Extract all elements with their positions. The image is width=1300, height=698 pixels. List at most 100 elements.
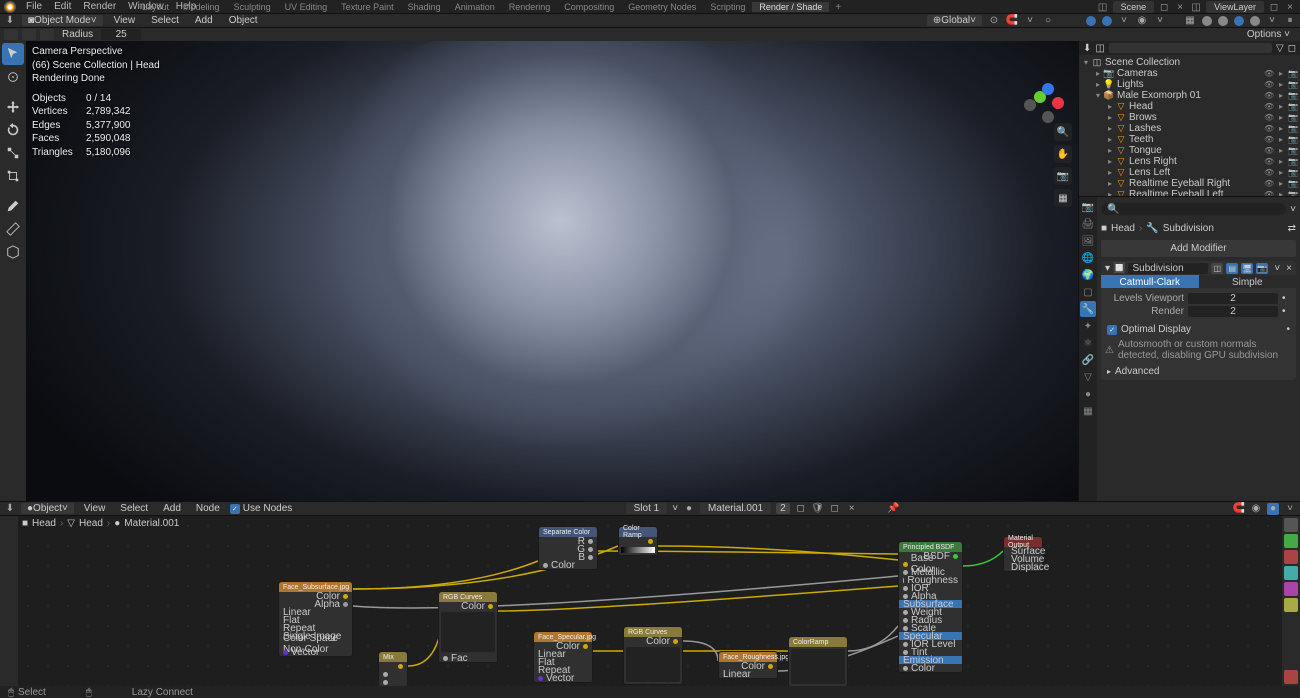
tool-transform[interactable] — [2, 165, 24, 187]
modifier-name-field[interactable]: Subdivision — [1128, 263, 1208, 274]
shading-options-icon[interactable]: ˅ — [1266, 15, 1278, 27]
modifier-expand-icon[interactable]: ▾ — [1105, 263, 1110, 274]
snap-node-icon[interactable]: 🧲 — [1233, 503, 1245, 515]
node-tab-group[interactable] — [1284, 582, 1298, 596]
workspace-add[interactable]: + — [829, 2, 847, 13]
workspace-render-shade[interactable]: Render / Shade — [752, 2, 829, 12]
node-mix[interactable]: Mix — [378, 651, 408, 686]
outliner-search[interactable] — [1109, 43, 1272, 53]
node-add-menu[interactable]: Add — [158, 503, 186, 514]
properties-pin-icon[interactable]: ˅ — [1290, 204, 1296, 215]
outliner-display-icon[interactable]: ◫ — [1095, 43, 1104, 54]
modifier-on-cage-icon[interactable]: ◫ — [1211, 263, 1223, 274]
zoom-icon[interactable]: 🔍 — [1054, 123, 1072, 141]
properties-search[interactable]: 🔍 — [1101, 203, 1286, 215]
workspace-shading[interactable]: Shading — [401, 2, 448, 12]
workspace-layout[interactable]: Layout — [135, 2, 176, 12]
overlay-node-icon[interactable]: ◉ — [1250, 503, 1262, 515]
node-tab-view[interactable] — [1284, 550, 1298, 564]
mode-dropdown[interactable]: ◙ Object Mode ˅ — [22, 15, 103, 26]
material-new-icon[interactable]: ◻ — [829, 503, 841, 515]
workspace-texture-paint[interactable]: Texture Paint — [334, 2, 401, 12]
scene-new-icon[interactable]: ◻ — [1158, 1, 1170, 13]
levels-viewport-value[interactable]: 2 — [1188, 293, 1278, 304]
outliner-item-lens-left[interactable]: ▸▽Lens Left👁▸📷 — [1079, 167, 1300, 178]
outliner-item-lens-right[interactable]: ▸▽Lens Right👁▸📷 — [1079, 156, 1300, 167]
tool-cursor[interactable] — [2, 66, 24, 88]
workspace-modeling[interactable]: Modeling — [176, 2, 227, 12]
viewlayer-delete-icon[interactable]: × — [1284, 1, 1296, 13]
shading-rendered-icon[interactable] — [1250, 16, 1260, 26]
node-tab-node[interactable] — [1284, 566, 1298, 580]
gizmo-rotate-icon[interactable] — [1102, 16, 1112, 26]
outliner-new-collection-icon[interactable]: ◻ — [1288, 43, 1296, 54]
tool-annotate[interactable] — [2, 195, 24, 217]
node-canvas[interactable]: Face_Subsurface.jpg Color Alpha Linear F… — [18, 516, 1282, 686]
editor-type-icon[interactable]: ⬇ — [4, 503, 16, 515]
proportional-icon[interactable]: ○ — [1042, 15, 1054, 27]
material-pin-icon[interactable]: ◻ — [795, 503, 807, 515]
material-fake-icon[interactable]: 🛡 — [812, 503, 824, 515]
menu-render[interactable]: Render — [77, 1, 122, 12]
gizmo-move-icon[interactable] — [1086, 16, 1096, 26]
object-menu[interactable]: Object — [224, 15, 263, 26]
add-menu[interactable]: Add — [190, 15, 218, 26]
tool-icon-1[interactable] — [4, 29, 18, 40]
workspace-rendering[interactable]: Rendering — [502, 2, 558, 12]
use-nodes-checkbox[interactable]: ✓Use Nodes — [230, 503, 292, 514]
node-ramp[interactable]: Color Ramp — [618, 526, 658, 556]
camera-icon[interactable]: 📷 — [1054, 167, 1072, 185]
node-rgb-curves-2[interactable]: RGB Curves Color — [623, 626, 683, 685]
node-texture-subsurface[interactable]: Face_Subsurface.jpg Color Alpha Linear F… — [278, 581, 353, 657]
node-node-menu[interactable]: Node — [191, 503, 225, 514]
node-material-output[interactable]: Material Output Surface Volume Displace — [1003, 536, 1043, 572]
node-tab-tool[interactable] — [1284, 534, 1298, 548]
perspective-icon[interactable]: ▦ — [1054, 189, 1072, 207]
outliner-scene-collection[interactable]: ▾◫ Scene Collection — [1079, 57, 1300, 68]
node-sep-color[interactable]: Separate Color R G B Color — [538, 526, 598, 570]
prop-tab-world[interactable]: 🌍 — [1080, 267, 1096, 283]
modifier-render-icon[interactable]: 📷 — [1256, 263, 1268, 274]
outliner-item-teeth[interactable]: ▸▽Teeth👁▸📷 — [1079, 134, 1300, 145]
overlay-options-icon[interactable]: ˅ — [1154, 15, 1166, 27]
workspace-animation[interactable]: Animation — [448, 2, 502, 12]
prop-tab-modifiers[interactable]: 🔧 — [1080, 301, 1096, 317]
subdiv-simple-tab[interactable]: Simple — [1199, 275, 1297, 288]
shader-type-dropdown[interactable]: ● Object ˅ — [21, 503, 74, 514]
modifier-edit-icon[interactable]: ▤ — [1226, 263, 1238, 274]
prop-tab-texture[interactable]: ▦ — [1080, 403, 1096, 419]
snap-options-icon[interactable]: ˅ — [1024, 15, 1036, 27]
material-pin2-icon[interactable]: 📌 — [888, 503, 900, 515]
scene-delete-icon[interactable]: × — [1174, 1, 1186, 13]
shading-wire-icon[interactable] — [1202, 16, 1212, 26]
view-menu[interactable]: View — [109, 15, 141, 26]
modifier-realtime-icon[interactable]: 🖥 — [1241, 263, 1253, 274]
node-select-menu[interactable]: Select — [115, 503, 153, 514]
orientation-dropdown[interactable]: ⊕ Global ˅ — [927, 15, 982, 26]
tool-measure[interactable] — [2, 218, 24, 240]
navigation-gizmo[interactable] — [1024, 81, 1070, 127]
viewport[interactable]: Camera Perspective (66) Scene Collection… — [26, 41, 1078, 501]
modifier-delete-icon[interactable]: × — [1286, 263, 1292, 274]
pause-icon[interactable]: ⏸ — [1284, 15, 1296, 27]
node-tab-wrangler[interactable] — [1284, 670, 1298, 684]
workspace-compositing[interactable]: Compositing — [557, 2, 621, 12]
material-users[interactable]: 2 — [776, 503, 790, 514]
prop-tab-particles[interactable]: ✦ — [1080, 318, 1096, 334]
outliner-item-head[interactable]: ▸▽Head👁▸📷 — [1079, 101, 1300, 112]
material-name[interactable]: Material.001 — [700, 503, 771, 514]
subdiv-catmull-tab[interactable]: Catmull-Clark — [1101, 275, 1199, 288]
pivot-icon[interactable]: ⊙ — [988, 15, 1000, 27]
options-node-icon[interactable]: ˅ — [1284, 503, 1296, 515]
prop-tab-viewlayer[interactable]: 🖼 — [1080, 233, 1096, 249]
outliner-filter-icon[interactable]: ▽ — [1276, 43, 1284, 54]
outliner-item-tongue[interactable]: ▸▽Tongue👁▸📷 — [1079, 145, 1300, 156]
outliner-item-cameras[interactable]: ▸📷Cameras👁▸📷 — [1079, 68, 1300, 79]
outliner-item-lashes[interactable]: ▸▽Lashes👁▸📷 — [1079, 123, 1300, 134]
viewlayer-new-icon[interactable]: ◻ — [1268, 1, 1280, 13]
tool-add-cube[interactable] — [2, 241, 24, 263]
viewlayer-icon[interactable]: ◫ — [1190, 1, 1202, 13]
outliner-item-male-exomorph-01[interactable]: ▾📦Male Exomorph 01👁▸📷 — [1079, 90, 1300, 101]
prop-tab-render[interactable]: 📷 — [1080, 199, 1096, 215]
shading-node-icon[interactable]: ● — [1267, 503, 1279, 515]
